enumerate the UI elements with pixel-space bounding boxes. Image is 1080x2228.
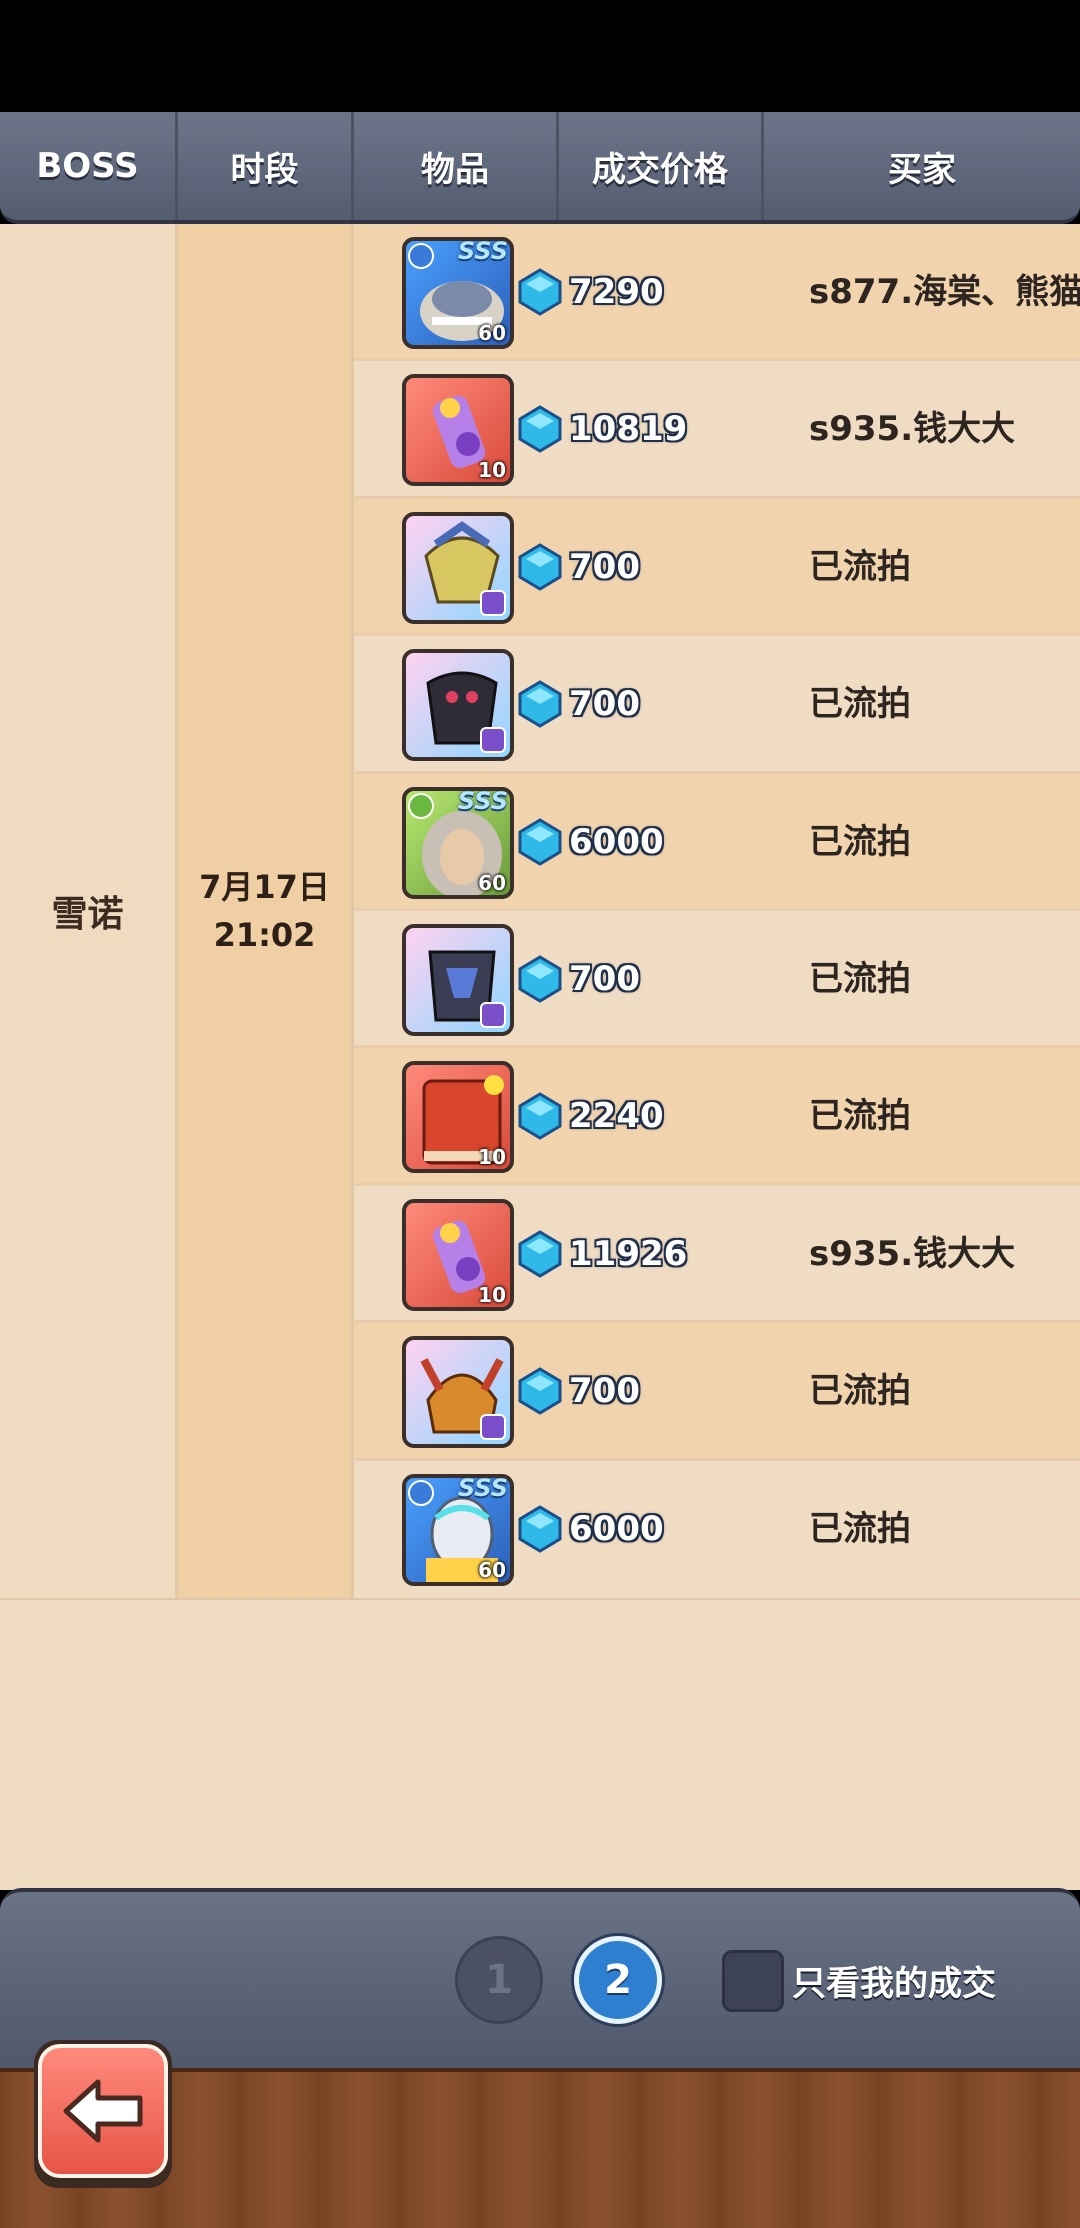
diamond-icon [518,680,562,728]
back-button[interactable] [34,2040,172,2188]
page-2-button[interactable]: 2 [574,1936,662,2024]
price-value: 700 [569,958,640,999]
item-hero-icon[interactable]: SSS 60 [402,237,514,349]
item-armor-icon[interactable] [402,923,514,1036]
diamond-icon [518,1504,562,1553]
only-mine-label[interactable]: 只看我的成交 [792,1956,996,2005]
diamond-icon [518,1229,562,1278]
item-helmet-icon[interactable] [402,1336,514,1449]
only-mine-checkbox[interactable] [722,1950,784,2012]
rows-container: SSS 60 7290 s877.海棠、熊猫 10 10819 s935.钱大大… [354,224,1080,1598]
footer-bar: 1 2 只看我的成交 [0,1888,1080,2068]
class-badge-icon [480,589,506,616]
buyer-name: s935.钱大大 [809,409,1016,450]
class-badge-icon [480,727,506,754]
class-badge-icon [480,1414,506,1441]
arrow-left-icon [63,2079,143,2143]
rank-sss-badge: SSS [457,1473,508,1502]
class-badge-icon [480,1001,506,1028]
item-book-icon[interactable]: 10 [402,1061,514,1174]
auction-date: 7月17日 [199,868,330,906]
time-cell: 7月17日 21:02 [178,224,354,1598]
price-value: 6000 [569,821,664,862]
screen: BOSS 时段 物品 成交价格 买家 雪诺 7月17日 21:02 SSS 60… [0,0,1080,2228]
item-armor-icon[interactable] [402,511,514,624]
header-time: 时段 [178,112,354,220]
item-level: 60 [478,321,506,345]
item-scroll-icon[interactable]: 10 [402,374,514,487]
item-level: 10 [478,458,506,483]
item-level: 60 [478,870,506,895]
buyer-name: s935.钱大大 [809,1233,1016,1274]
price-value: 700 [569,1371,640,1412]
table-row: SSS 60 6000 已流拍 [354,773,1080,911]
table-row: 700 已流拍 [354,498,1080,637]
item-level: 10 [478,1145,506,1170]
item-scroll-icon[interactable]: 10 [402,1198,514,1311]
rank-sss-badge: SSS [457,786,508,815]
buyer-name: 已流拍 [809,546,911,587]
diamond-icon [518,268,562,316]
header-buyer: 买家 [888,149,956,190]
buyer-name: 已流拍 [809,1371,911,1412]
table-row: SSS 60 7290 s877.海棠、熊猫 [354,224,1080,362]
diamond-icon [518,1092,562,1141]
empty-area [0,1600,1080,1890]
price-value: 700 [569,546,640,587]
diamond-icon [518,405,562,454]
header-price: 成交价格 [559,112,764,220]
price-value: 2240 [569,1096,664,1137]
buyer-name: s877.海棠、熊猫 [809,272,1080,312]
price-value: 7290 [569,272,664,312]
price-value: 700 [569,684,640,725]
buyer-name: 已流拍 [809,1508,911,1549]
page-1-button[interactable]: 1 [455,1936,543,2024]
table-header: BOSS 时段 物品 成交价格 买家 [0,112,1080,224]
diamond-icon [518,817,562,866]
buyer-name: 已流拍 [809,821,911,862]
back-button-face[interactable] [38,2044,168,2178]
table-row: 10 10819 s935.钱大大 [354,361,1080,499]
auction-table[interactable]: 雪诺 7月17日 21:02 SSS 60 7290 s877.海棠、熊猫 10… [0,224,1080,1601]
item-level: 10 [478,1282,506,1307]
rank-sss-badge: SSS [457,237,508,265]
buyer-name: 已流拍 [809,684,911,725]
diamond-icon [518,1367,562,1415]
table-row: SSS 60 6000 已流拍 [354,1460,1080,1598]
header-boss: BOSS [0,112,178,220]
price-value: 6000 [569,1508,664,1549]
header-item: 物品 [354,112,559,220]
table-row: 700 已流拍 [354,910,1080,1049]
boss-cell: 雪诺 [0,224,178,1598]
item-armor-icon[interactable] [402,649,514,762]
auction-time: 21:02 [213,916,316,954]
price-value: 11926 [569,1233,688,1274]
diamond-icon [518,543,562,591]
boss-name: 雪诺 [51,894,124,935]
item-hero-icon[interactable]: SSS 60 [402,786,514,899]
table-row: 10 2240 已流拍 [354,1048,1080,1186]
buyer-name: 已流拍 [809,1096,911,1137]
table-row: 700 已流拍 [354,1323,1080,1461]
buyer-name: 已流拍 [809,958,911,999]
price-value: 10819 [569,409,688,450]
table-row: 10 11926 s935.钱大大 [354,1185,1080,1324]
item-hero-icon[interactable]: SSS 60 [402,1473,514,1586]
diamond-icon [518,955,562,1003]
item-level: 60 [478,1557,506,1582]
table-row: 700 已流拍 [354,636,1080,774]
